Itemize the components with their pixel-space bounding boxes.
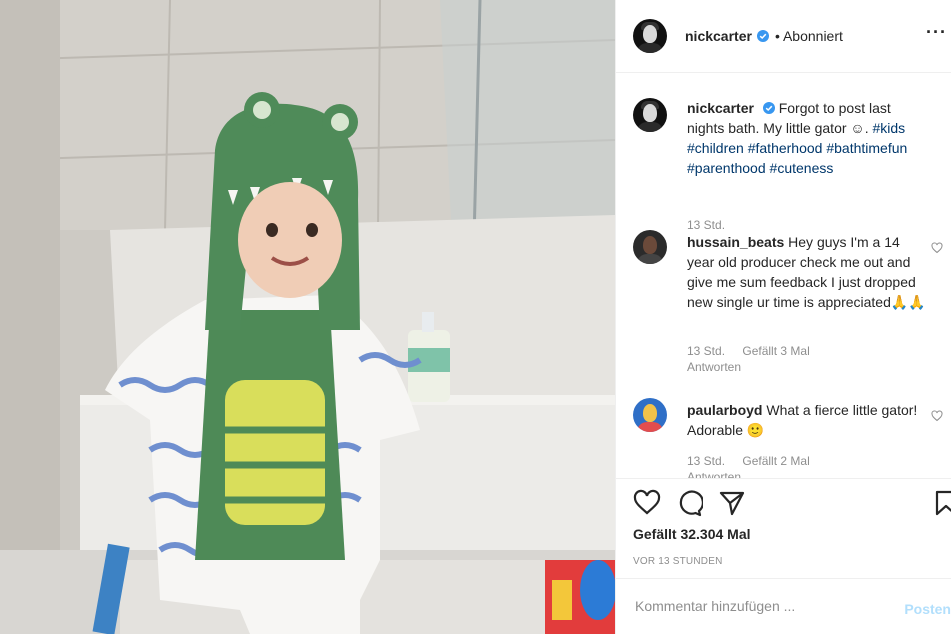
like-comment-icon[interactable] — [931, 410, 943, 422]
post-details-panel: nickcarter • Abonniert ··· nickcarter Fo… — [615, 0, 951, 634]
bookmark-icon[interactable] — [932, 489, 951, 517]
caption-meta: 13 Std. — [687, 218, 739, 232]
post-header: nickcarter • Abonniert ··· — [616, 0, 951, 73]
author-username[interactable]: nickcarter — [685, 28, 752, 44]
action-bar — [616, 478, 951, 525]
hashtag[interactable]: #parenthood — [687, 160, 766, 176]
bath-photo-illustration — [0, 0, 615, 634]
verified-badge-icon — [756, 30, 769, 42]
like-comment-icon[interactable] — [931, 242, 943, 254]
comment-input[interactable] — [633, 597, 867, 615]
post-timestamp[interactable]: VOR 13 STUNDEN — [633, 556, 723, 567]
comment-likes[interactable]: Gefällt 3 Mal — [742, 344, 809, 358]
reply-button[interactable]: Antworten — [687, 360, 741, 374]
comment-text: hussain_beats Hey guys I'm a 14 year old… — [687, 232, 929, 312]
comment-time[interactable]: 13 Std. — [687, 344, 725, 358]
likes-count[interactable]: Gefällt 32.304 Mal — [633, 526, 751, 542]
comments-list[interactable]: nickcarter Forgot to post last nights ba… — [616, 72, 951, 478]
hashtag[interactable]: #fatherhood — [748, 140, 823, 156]
commenter-username[interactable]: hussain_beats — [687, 234, 784, 250]
comment-time[interactable]: 13 Std. — [687, 454, 725, 468]
commenter-username[interactable]: paularboyd — [687, 402, 762, 418]
follow-status[interactable]: • Abonniert — [775, 28, 843, 44]
add-comment-bar: Posten — [616, 578, 951, 635]
comment-meta: 13 Std. Gefällt 2 Mal — [687, 454, 824, 468]
commenter-avatar[interactable] — [633, 230, 667, 264]
comment-meta: 13 Std. Gefällt 3 Mal — [687, 344, 824, 358]
caption-text: nickcarter Forgot to post last nights ba… — [687, 98, 929, 178]
heart-icon[interactable] — [633, 489, 661, 517]
share-icon[interactable] — [718, 489, 746, 517]
post-comment-button[interactable]: Posten — [904, 601, 951, 617]
caption-avatar[interactable] — [633, 98, 667, 132]
author-avatar[interactable] — [633, 19, 667, 53]
hashtag[interactable]: #children — [687, 140, 744, 156]
commenter-avatar[interactable] — [633, 398, 667, 432]
verified-badge-icon — [762, 102, 775, 114]
caption-time[interactable]: 13 Std. — [687, 218, 725, 232]
hashtag[interactable]: #bathtimefun — [826, 140, 907, 156]
reply-button[interactable]: Antworten — [687, 470, 741, 478]
hashtag[interactable]: #cuteness — [770, 160, 834, 176]
comment-text: paularboyd What a fierce little gator! A… — [687, 400, 929, 440]
post-photo[interactable] — [0, 0, 615, 634]
comment-likes[interactable]: Gefällt 2 Mal — [742, 454, 809, 468]
more-options-icon[interactable]: ··· — [926, 22, 947, 43]
hashtag[interactable]: #kids — [873, 120, 906, 136]
caption-username[interactable]: nickcarter — [687, 100, 754, 116]
comment-icon[interactable] — [675, 489, 703, 517]
